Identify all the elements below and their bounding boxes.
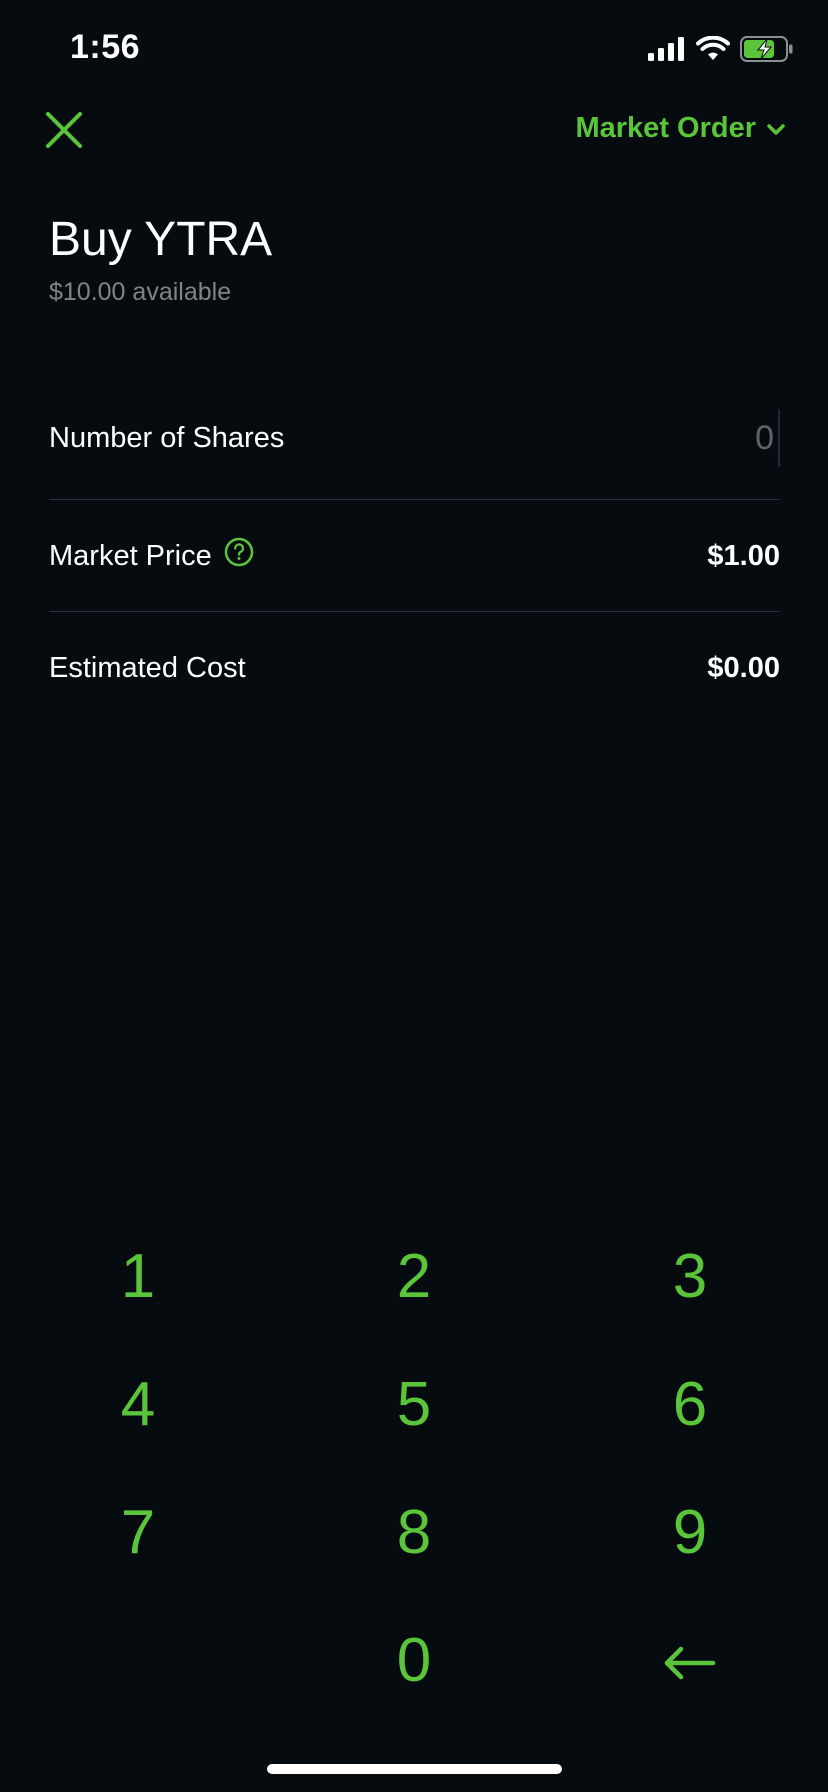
estimated-cost-label-text: Estimated Cost (49, 651, 246, 684)
order-type-label: Market Order (575, 112, 756, 144)
shares-label-text: Number of Shares (49, 421, 285, 454)
key-3[interactable]: 3 (552, 1212, 828, 1340)
shares-input[interactable] (574, 409, 780, 467)
divider (49, 611, 780, 612)
estimated-cost-label: Estimated Cost (49, 652, 246, 685)
chevron-down-icon (766, 112, 786, 145)
order-type-dropdown[interactable]: Market Order (575, 112, 786, 145)
estimated-cost-value: $0.00 (707, 651, 780, 684)
page-title: Buy YTRA (49, 213, 273, 266)
shares-row: Number of Shares (49, 408, 780, 468)
key-4[interactable]: 4 (0, 1340, 276, 1468)
divider (49, 499, 780, 500)
market-price-row: Market Price $1.00 (49, 526, 780, 586)
close-button[interactable] (42, 108, 86, 152)
close-icon (42, 112, 86, 156)
key-9[interactable]: 9 (552, 1468, 828, 1596)
help-circle-icon[interactable] (224, 537, 254, 575)
cellular-signal-icon (648, 37, 686, 61)
shares-label: Number of Shares (49, 422, 284, 455)
available-balance: $10.00 available (49, 278, 232, 306)
battery-charging-icon (740, 36, 794, 62)
status-time: 1:56 (70, 28, 141, 66)
key-8[interactable]: 8 (276, 1468, 552, 1596)
key-0[interactable]: 0 (276, 1596, 552, 1724)
market-price-value: $1.00 (707, 539, 780, 572)
backspace-arrow-icon (663, 1625, 717, 1696)
market-price-label: Market Price (49, 537, 254, 575)
status-icons (648, 36, 794, 62)
backspace-button[interactable] (552, 1596, 828, 1724)
key-2[interactable]: 2 (276, 1212, 552, 1340)
status-bar: 1:56 (0, 0, 828, 100)
key-7[interactable]: 7 (0, 1468, 276, 1596)
key-5[interactable]: 5 (276, 1340, 552, 1468)
home-indicator[interactable] (267, 1764, 562, 1774)
key-1[interactable]: 1 (0, 1212, 276, 1340)
key-6[interactable]: 6 (552, 1340, 828, 1468)
market-price-label-text: Market Price (49, 539, 212, 572)
wifi-icon (696, 36, 730, 62)
estimated-cost-row: Estimated Cost $0.00 (49, 638, 780, 698)
